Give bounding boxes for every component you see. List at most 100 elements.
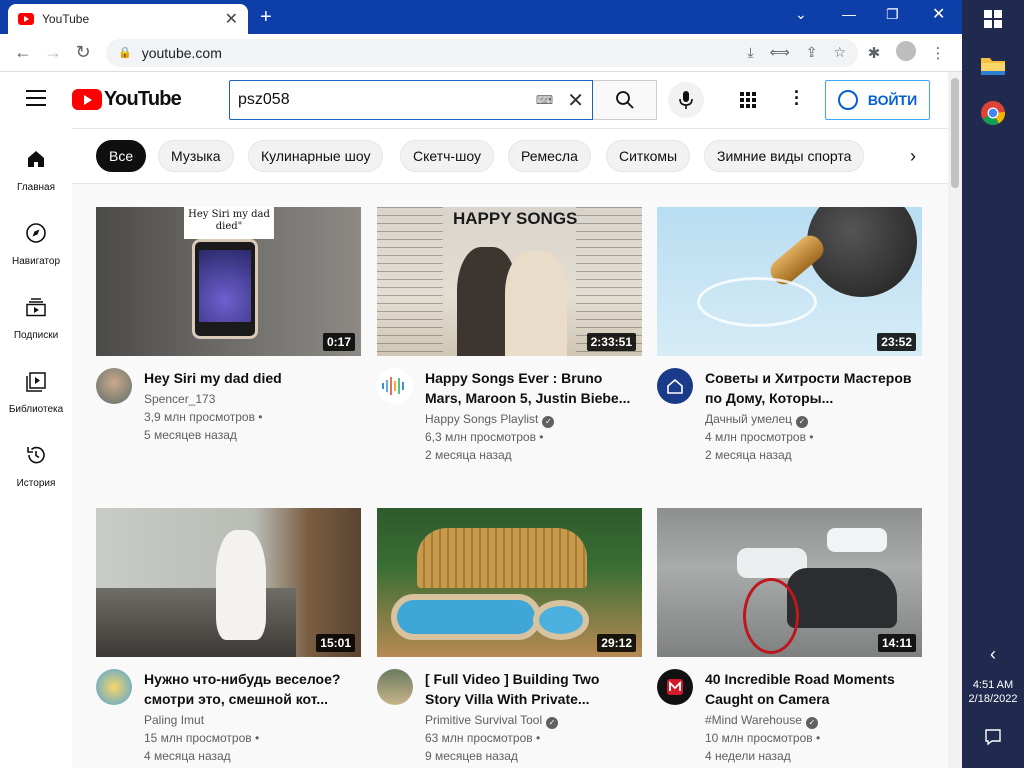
chip-sitcoms[interactable]: Ситкомы [606,140,691,172]
video-title[interactable]: Советы и Хитрости Мастеров по Дому, Кото… [705,368,917,408]
video-thumbnail[interactable]: Hey Siri my dad died" 0:17 [96,207,361,356]
chrome-taskbar-button[interactable] [962,100,1024,126]
bookmark-star-icon[interactable]: ☆ [833,44,846,61]
search-input[interactable]: psz058 ⌨ ✕ [229,80,593,120]
drill-image [807,207,917,297]
sign-in-button[interactable]: ВОЙТИ [825,80,930,120]
video-info: Дачный умелец ✓ 4 млн просмотров • 2 меся… [705,410,917,464]
notification-icon [985,729,1001,746]
channel-avatar[interactable] [657,368,693,404]
back-icon[interactable]: ← [8,42,38,63]
address-bar[interactable]: 🔒 youtube.com ⤓ ⟺ ⇪ ☆ [106,38,858,67]
upload-age: 2 месяца назад [425,448,512,462]
upload-age: 2 месяца назад [705,448,792,462]
youtube-logo[interactable]: YouTube [72,88,182,111]
page-scrollbar[interactable] [948,72,962,768]
clock-time: 4:51 AM [972,679,1014,691]
browser-window: YouTube ✕ + ⌄ — ❐ ✕ ← → ↻ 🔒 youtube.com … [0,0,962,768]
reload-icon[interactable]: ↻ [68,42,98,63]
taskbar-clock[interactable]: 4:51 AM 2/18/2022 [962,678,1024,706]
new-tab-icon[interactable]: + [260,6,272,29]
microphone-icon [679,91,693,109]
channel-name[interactable]: Paling Imut [144,711,356,729]
sidebar-label: Навигатор [11,256,61,267]
start-button[interactable] [962,10,1024,28]
phone-image [192,239,258,339]
scrollbar-thumb[interactable] [951,78,959,188]
chevron-left-icon[interactable]: ‹ [962,644,1024,665]
sidebar-item-subscriptions[interactable]: Подписки [0,296,72,341]
clock-date: 2/18/2022 [968,693,1018,705]
video-title[interactable]: Нужно что-нибудь веселое? смотри это, см… [144,669,356,709]
channel-name[interactable]: Happy Songs Playlist [425,412,538,426]
video-thumbnail[interactable]: 23:52 [657,207,922,356]
search-button[interactable] [593,80,657,120]
minimize-icon[interactable]: — [842,6,856,22]
keyboard-icon[interactable]: ⌨ [536,93,553,107]
video-title[interactable]: [ Full Video ] Building Two Story Villa … [425,669,637,709]
restore-icon[interactable]: ❐ [886,6,899,23]
cat-image [216,530,266,640]
channel-avatar[interactable] [377,368,413,404]
view-count: 15 млн просмотров • [144,731,260,745]
voice-search-button[interactable] [668,82,704,118]
video-duration: 0:17 [322,333,355,351]
translate-icon[interactable]: ⟺ [770,44,790,61]
channel-name[interactable]: Primitive Survival Tool [425,713,542,727]
chevron-right-icon[interactable]: › [910,146,916,167]
close-window-icon[interactable]: ✕ [932,4,945,24]
video-title[interactable]: Hey Siri my dad died [144,368,356,388]
clear-search-icon[interactable]: ✕ [567,88,584,113]
video-card[interactable]: 29:12 [ Full Video ] Building Two Story … [377,508,642,763]
floor-image [96,588,296,657]
category-chips-bar: Все Музыка Кулинарные шоу Скетч-шоу Реме… [72,128,948,184]
video-card[interactable]: HAPPY SONGS 2:33:51 Happy Songs Ever : B… [377,207,642,462]
share-icon[interactable]: ⇪ [806,44,818,61]
video-thumbnail[interactable]: HAPPY SONGS 2:33:51 [377,207,642,356]
channel-avatar[interactable] [657,669,693,705]
video-title[interactable]: Happy Songs Ever : Bruno Mars, Maroon 5,… [425,368,637,408]
sidebar-item-library[interactable]: Библиотека [0,370,72,415]
channel-avatar[interactable] [96,368,132,404]
video-card[interactable]: 15:01 Нужно что-нибудь веселое? смотри э… [96,508,361,763]
chip-all[interactable]: Все [96,140,147,172]
close-tab-icon[interactable]: ✕ [225,9,238,29]
apps-grid-icon[interactable] [740,92,756,108]
video-card[interactable]: Hey Siri my dad died" 0:17 Hey Siri my d… [96,207,361,456]
sidebar-label: Подписки [13,330,59,341]
sidebar-item-home[interactable]: Главная [0,148,72,193]
profile-icon[interactable] [890,40,922,65]
sidebar-item-explore[interactable]: Навигатор [0,222,72,267]
chip-crafts[interactable]: Ремесла [508,140,591,172]
chip-cooking[interactable]: Кулинарные шоу [248,140,384,172]
channel-name[interactable]: Дачный умелец [705,412,792,426]
video-duration: 15:01 [316,634,355,652]
tab-search-icon[interactable]: ⌄ [795,6,807,23]
channel-avatar[interactable] [96,669,132,705]
chip-music[interactable]: Музыка [158,140,234,172]
video-card[interactable]: 23:52 Советы и Хитрости Мастеров по Дому… [657,207,922,462]
install-icon[interactable]: ⤓ [747,44,753,61]
video-thumbnail[interactable]: 15:01 [96,508,361,657]
chrome-menu-icon[interactable]: ⋮ [922,44,954,62]
video-card[interactable]: 14:11 40 Incredible Road Moments Caught … [657,508,922,763]
video-thumbnail[interactable]: 14:11 [657,508,922,657]
notifications-button[interactable] [962,728,1024,746]
chip-sketch[interactable]: Скетч-шоу [400,140,494,172]
forward-icon[interactable]: → [38,42,68,63]
extensions-icon[interactable]: ✱ [858,44,890,62]
settings-dots-icon[interactable]: · · · [794,83,800,113]
thumb-caption: Hey Siri my dad died" [184,207,274,239]
video-title[interactable]: 40 Incredible Road Moments Caught on Cam… [705,669,917,709]
video-duration: 29:12 [597,634,636,652]
browser-tab[interactable]: YouTube ✕ [8,4,248,34]
sidebar-item-history[interactable]: История [0,444,72,489]
channel-name[interactable]: #Mind Warehouse [705,713,802,727]
verified-icon: ✓ [542,416,555,428]
menu-icon[interactable] [26,90,46,111]
channel-name[interactable]: Spencer_173 [144,390,356,408]
file-explorer-button[interactable] [962,55,1024,77]
channel-avatar[interactable] [377,669,413,705]
video-thumbnail[interactable]: 29:12 [377,508,642,657]
chip-winter-sports[interactable]: Зимние виды спорта [704,140,865,172]
